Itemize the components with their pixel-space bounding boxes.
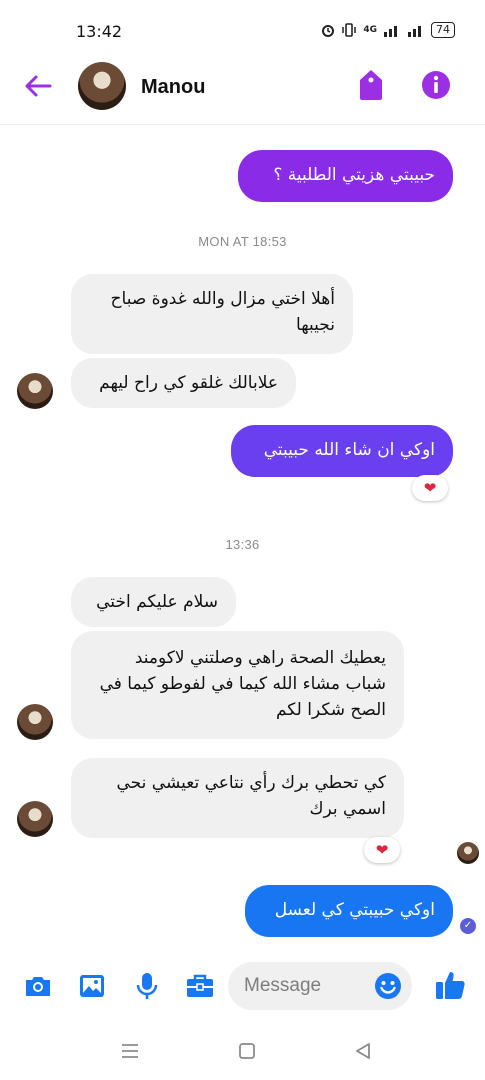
info-icon[interactable]	[421, 70, 451, 100]
signal-2-icon	[408, 26, 421, 37]
message-outgoing[interactable]: حبيبتي هزيتي الطلبية ؟	[238, 150, 453, 202]
message-incoming[interactable]: أهلا اختي مزال والله غدوة صباح نجيبها	[71, 274, 353, 354]
message-incoming[interactable]: سلام عليكم اختي	[71, 577, 236, 627]
message-incoming[interactable]: يعطيك الصحة راهي وصلتني لاكومند شباب مشا…	[71, 631, 404, 739]
sender-avatar[interactable]	[17, 373, 53, 409]
square-icon[interactable]	[236, 1040, 258, 1062]
vibrate-icon	[342, 23, 357, 37]
signal-icon	[384, 26, 397, 37]
camera-icon[interactable]	[22, 970, 54, 1002]
timestamp: 13:36	[225, 537, 260, 552]
message-incoming[interactable]: كي تحطي برك رأي نتاعي تعيشي نحي اسمي برك	[71, 758, 404, 838]
image-icon[interactable]	[76, 970, 108, 1002]
message-incoming[interactable]: علابالك غلقو كي راح ليهم	[71, 358, 296, 408]
back-arrow-icon[interactable]	[22, 70, 54, 102]
sent-check-icon: ✓	[460, 918, 476, 934]
sender-avatar[interactable]	[17, 801, 53, 837]
message-outgoing[interactable]: اوكي حبيبتي كي لعسل	[245, 885, 453, 937]
tag-icon[interactable]	[356, 68, 386, 102]
network-label: 4G	[363, 25, 377, 35]
thumbs-up-icon[interactable]	[433, 968, 467, 1002]
triangle-back-icon[interactable]	[352, 1040, 374, 1062]
header-divider	[0, 124, 485, 125]
alarm-icon	[322, 25, 335, 37]
battery-indicator: 74	[431, 22, 455, 38]
status-time: 13:42	[76, 22, 123, 41]
message-outgoing[interactable]: اوكي ان شاء الله حبيبتي	[231, 425, 453, 477]
heart-reaction[interactable]: ❤	[412, 475, 448, 501]
seen-avatar	[457, 842, 479, 864]
status-icons: 4G 74	[321, 22, 455, 38]
timestamp: MON AT 18:53	[198, 234, 287, 249]
sender-avatar[interactable]	[17, 704, 53, 740]
emoji-icon[interactable]	[373, 971, 403, 1001]
contact-name[interactable]: Manou	[141, 76, 205, 99]
heart-reaction[interactable]: ❤	[364, 837, 400, 863]
briefcase-icon[interactable]	[184, 970, 216, 1002]
contact-avatar[interactable]	[78, 62, 126, 110]
microphone-icon[interactable]	[131, 970, 163, 1002]
menu-icon[interactable]	[119, 1040, 141, 1062]
